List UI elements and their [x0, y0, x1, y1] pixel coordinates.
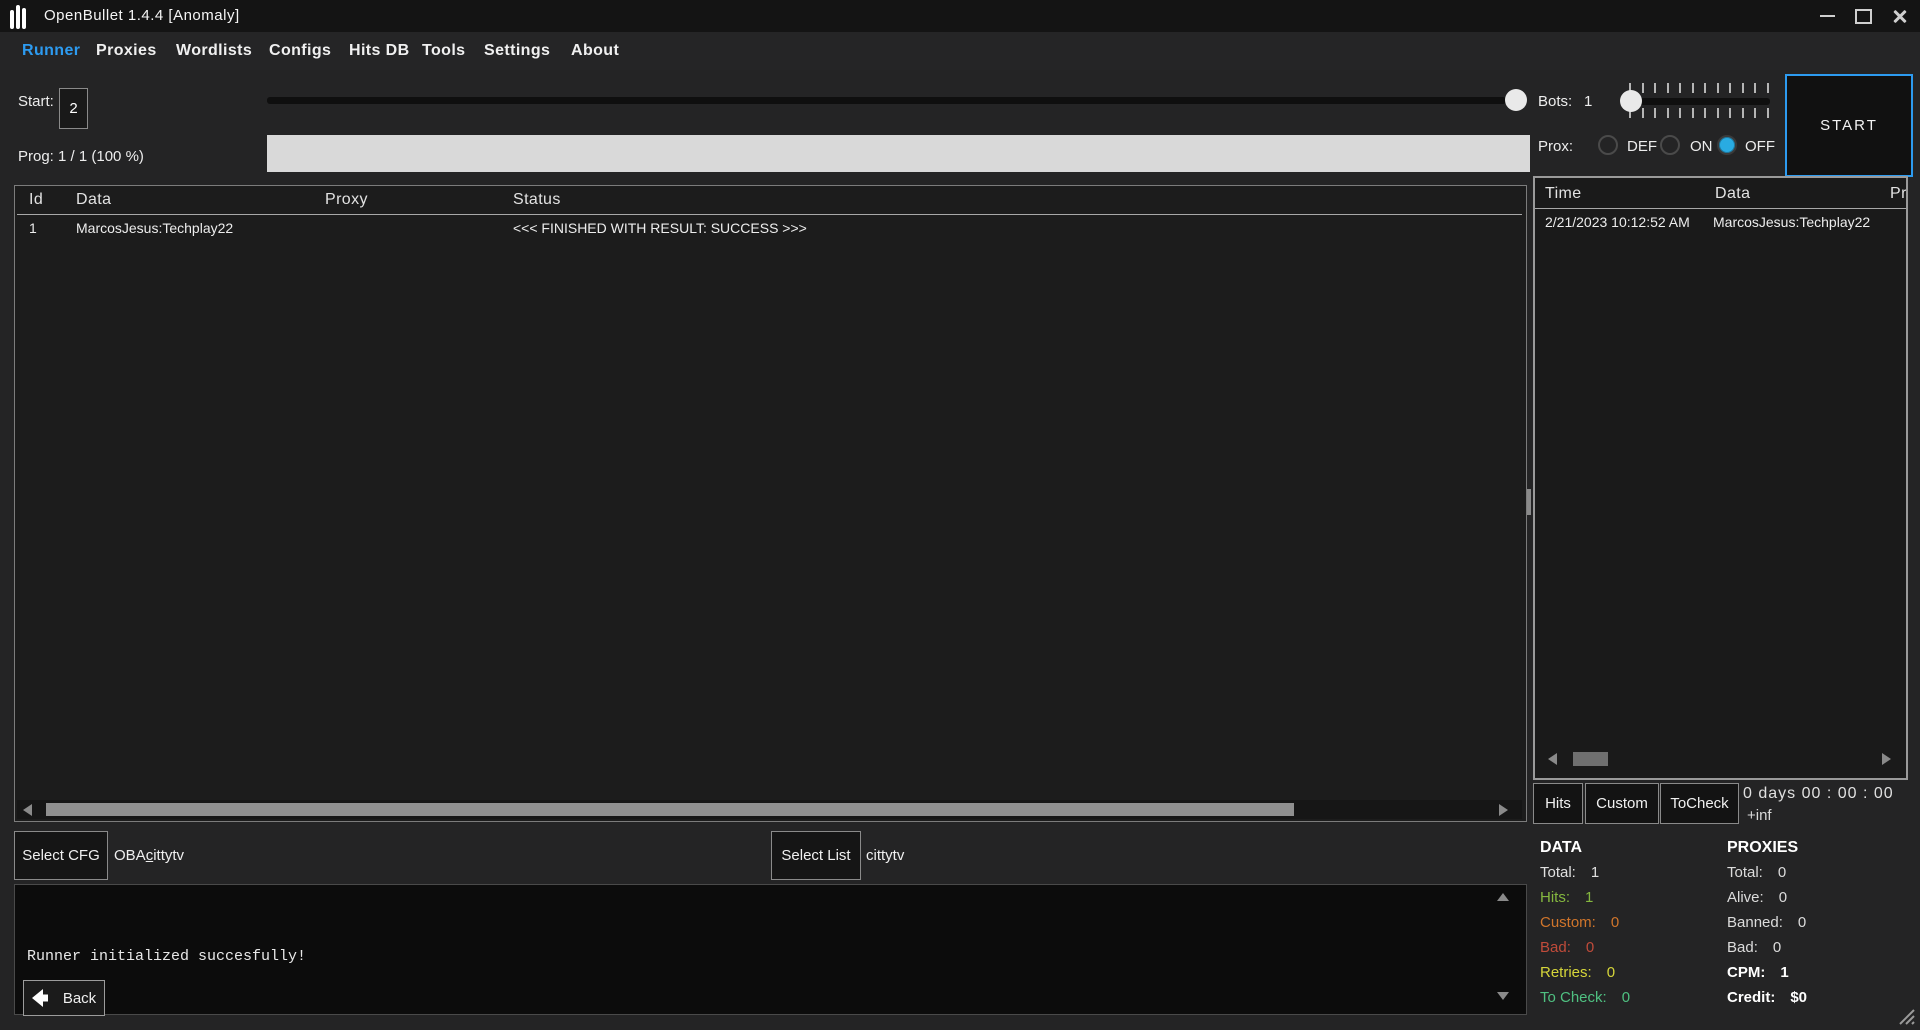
proxy-mode-label: Prox: [1538, 138, 1574, 155]
stats-data: DATA Total: 1 Hits: 1 Custom: 0 Bad: 0 Retri… [1540, 835, 1630, 1010]
row-data: MarcosJesus:Techplay22 [76, 220, 234, 236]
progress-bar [267, 135, 1530, 172]
selected-config-name: OBA c ittytv [114, 847, 185, 864]
log-scroll-down-icon[interactable] [1497, 992, 1509, 1000]
tab-hits[interactable]: Hits [1533, 783, 1583, 824]
proxy-total: Total: 0 [1727, 864, 1787, 881]
window-title: OpenBullet 1.4.4 [Anomaly] [44, 7, 240, 24]
stat-hits: Hits: 1 [1540, 889, 1594, 906]
log-scroll-up-icon[interactable] [1497, 893, 1509, 901]
selected-list-name: cittytv [866, 847, 905, 864]
panel-splitter[interactable] [1527, 489, 1531, 515]
stat-bad: Bad: 0 [1540, 939, 1595, 956]
hits-scroll-right-icon[interactable] [1882, 753, 1891, 765]
proxy-bad: Bad: 0 [1727, 939, 1782, 956]
log-line: Started Running Config OBA_cittytv with … [27, 1024, 1526, 1030]
hits-panel: Time Data Pr 2/21/2023 10:12:52 AM Marco… [1533, 176, 1908, 780]
col-header-proxy: Proxy [325, 191, 368, 208]
menu-runner[interactable]: Runner [22, 32, 80, 70]
start-slider-track[interactable] [267, 97, 1506, 104]
start-label: Start: [18, 93, 54, 110]
back-button[interactable]: Back [23, 980, 105, 1016]
hits-header-divider [1535, 208, 1906, 209]
hit-data: MarcosJesus:Techplay22 [1713, 214, 1871, 230]
progress-label: Prog: 1 / 1 (100 %) [18, 148, 144, 165]
stats-proxies-header: PROXIES [1727, 839, 1799, 856]
bots-value: 1 [1584, 93, 1593, 110]
proxy-radio-off[interactable] [1717, 135, 1737, 155]
scroll-right-icon[interactable] [1499, 804, 1508, 816]
hits-scroll-left-icon[interactable] [1548, 753, 1557, 765]
stats-proxies: PROXIES Total: 0 Alive: 0 Banned: 0 Bad: 0 C… [1727, 835, 1807, 1010]
bots-slider-track[interactable] [1620, 98, 1770, 105]
bots-slider-thumb[interactable] [1620, 90, 1642, 112]
results-hscrollbar[interactable] [17, 800, 1522, 819]
minimize-icon [1819, 15, 1835, 17]
stat-cpm: CPM: 1 [1727, 964, 1789, 981]
hits-hscrollbar-thumb[interactable] [1573, 752, 1608, 766]
menu-about[interactable]: About [571, 32, 619, 70]
hit-time: 2/21/2023 10:12:52 AM [1545, 214, 1690, 230]
back-label: Back [62, 989, 97, 1007]
hits-col-data: Data [1715, 185, 1751, 202]
stat-total: Total: 1 [1540, 864, 1600, 881]
eta-label: +inf [1747, 807, 1772, 824]
bots-slider-ticks-top [1629, 83, 1769, 93]
proxy-banned: Banned: 0 [1727, 914, 1807, 931]
back-arrow-icon [31, 989, 48, 1007]
tab-custom[interactable]: Custom [1585, 783, 1659, 824]
maximize-icon [1854, 8, 1872, 24]
hits-col-time: Time [1545, 185, 1582, 202]
proxy-radio-on-label: ON [1690, 138, 1713, 155]
app-logo-icon [10, 5, 28, 29]
hscrollbar-thumb[interactable] [46, 803, 1294, 816]
menu-configs[interactable]: Configs [269, 32, 331, 70]
select-cfg-button[interactable]: Select CFG [14, 831, 108, 880]
maximize-button[interactable] [1848, 0, 1878, 32]
stat-tocheck: To Check: 0 [1540, 989, 1631, 1006]
proxy-radio-on[interactable] [1660, 135, 1680, 155]
col-header-status: Status [513, 191, 561, 208]
stat-retries: Retries: 0 [1540, 964, 1616, 981]
select-list-button[interactable]: Select List [771, 831, 861, 880]
title-bar: OpenBullet 1.4.4 [Anomaly] [0, 0, 1920, 32]
start-button[interactable]: START [1785, 74, 1913, 177]
row-status: <<< FINISHED WITH RESULT: SUCCESS >>> [513, 220, 807, 236]
proxy-radio-off-label: OFF [1745, 138, 1775, 155]
col-header-data: Data [76, 191, 112, 208]
bots-label: Bots: [1538, 93, 1573, 110]
menu-hitsdb[interactable]: Hits DB [349, 32, 410, 70]
openbullet-window: OpenBullet 1.4.4 [Anomaly] Runner Proxie… [0, 0, 1920, 1030]
header-divider [17, 214, 1522, 215]
close-icon [1892, 8, 1908, 24]
start-input[interactable] [59, 88, 88, 129]
row-id: 1 [29, 220, 37, 236]
close-button[interactable] [1884, 0, 1916, 32]
minimize-button[interactable] [1812, 0, 1842, 32]
stat-custom: Custom: 0 [1540, 914, 1620, 931]
col-header-id: Id [29, 191, 44, 208]
menu-wordlists[interactable]: Wordlists [176, 32, 252, 70]
menu-settings[interactable]: Settings [484, 32, 550, 70]
tab-tocheck[interactable]: ToCheck [1660, 783, 1739, 824]
menu-proxies[interactable]: Proxies [96, 32, 157, 70]
scroll-left-icon[interactable] [23, 804, 32, 816]
bots-slider-ticks-bottom [1629, 108, 1769, 118]
resize-grip-icon[interactable] [1894, 1004, 1916, 1026]
elapsed-timer: 0 days 00 : 00 : 00 [1743, 785, 1894, 802]
results-table: Id Data Proxy Status 1 MarcosJesus:Techp… [14, 185, 1527, 822]
log-line: Runner initialized succesfully! [27, 948, 307, 965]
stats-data-header: DATA [1540, 839, 1583, 856]
menu-tools[interactable]: Tools [422, 32, 465, 70]
start-slider-thumb[interactable] [1505, 89, 1527, 111]
hits-hscrollbar[interactable] [1535, 740, 1906, 778]
proxy-alive: Alive: 0 [1727, 889, 1788, 906]
log-console: Runner initialized succesfully! Started … [14, 884, 1527, 1030]
stat-credit: Credit: $0 [1727, 989, 1808, 1006]
hits-col-proxy: Pr [1890, 185, 1907, 202]
proxy-radio-def[interactable] [1598, 135, 1618, 155]
proxy-radio-def-label: DEF [1627, 138, 1657, 155]
menu-bar: Runner Proxies Wordlists Configs Hits DB… [0, 32, 1920, 98]
